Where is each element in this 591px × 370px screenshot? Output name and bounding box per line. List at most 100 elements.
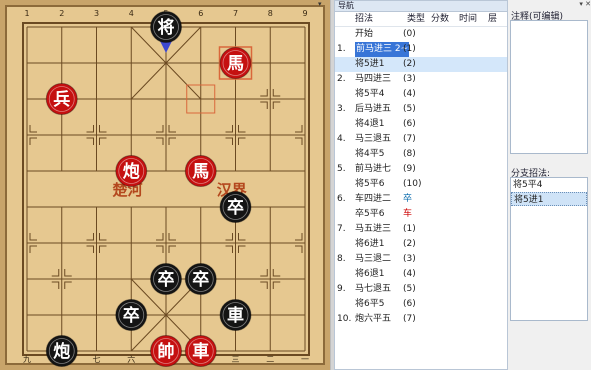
move-number: 2.: [337, 74, 346, 84]
move-text: 前马进三 2~: [355, 42, 410, 57]
move-row[interactable]: 卒5平6 车: [335, 207, 507, 222]
move-text: 前马进七: [355, 164, 392, 174]
move-row[interactable]: 2. 马四进三 (3): [335, 72, 507, 87]
move-row[interactable]: 8. 马三退二 (3): [335, 252, 507, 267]
col-score[interactable]: 分数: [431, 12, 449, 26]
file-label-top: 9: [302, 9, 307, 18]
move-index: (6): [403, 299, 416, 309]
col-move[interactable]: 招法: [355, 12, 373, 26]
piece-label: 炮: [53, 341, 70, 362]
piece-black[interactable]: 卒: [219, 191, 252, 223]
pin-icon[interactable]: ▾: [318, 0, 322, 8]
move-row[interactable]: 将6平5 (6): [335, 297, 507, 312]
move-row[interactable]: 将4平5 (8): [335, 147, 507, 162]
move-row[interactable]: 4. 马三退五 (7): [335, 132, 507, 147]
move-row[interactable]: 将6进1 (2): [335, 237, 507, 252]
col-time[interactable]: 时间: [459, 12, 477, 26]
branch-item[interactable]: 将5进1: [511, 192, 587, 206]
piece-label: 馬: [227, 54, 244, 74]
move-number: 9.: [337, 284, 346, 294]
move-number: 1.: [337, 44, 346, 54]
move-row[interactable]: 3. 后马进五 (5): [335, 102, 507, 117]
move-row[interactable]: 开始 (0): [335, 27, 507, 42]
file-label-top: 4: [129, 9, 134, 18]
file-label-bottom: 二: [266, 355, 274, 364]
move-index: (2): [403, 239, 416, 249]
move-index: (5): [403, 104, 416, 114]
file-label-bottom: 一: [301, 355, 309, 364]
move-index: (5): [403, 284, 416, 294]
move-text: 马三退五: [355, 134, 392, 144]
move-text: 将6退1: [355, 269, 385, 279]
panel-pin-icon[interactable]: ▾ ✕: [509, 0, 591, 8]
col-depth[interactable]: 层: [488, 12, 497, 26]
move-number: 5.: [337, 164, 346, 174]
move-index: (9): [403, 164, 416, 174]
move-list[interactable]: 开始 (0) 1. 前马进三 2~ (1) 将5进1 (2) 2. 马四进三 (3) 将5平4 (4)…: [335, 27, 507, 327]
move-row[interactable]: 5. 前马进七 (9): [335, 162, 507, 177]
move-row[interactable]: 将4退1 (6): [335, 117, 507, 132]
move-text: 将4退1: [355, 119, 385, 129]
move-row[interactable]: 6. 车四进二 卒: [335, 192, 507, 207]
move-text: 将5进1: [355, 59, 385, 69]
branch-list[interactable]: 将5平4 将5进1: [510, 177, 588, 321]
move-index: (1): [403, 224, 416, 234]
file-label-top: 2: [59, 9, 64, 18]
file-label-bottom: 九: [23, 355, 31, 364]
piece-label: 卒: [227, 197, 244, 218]
move-row[interactable]: 将6退1 (4): [335, 267, 507, 282]
move-text: 马三退二: [355, 254, 392, 264]
move-text: 将6平5: [355, 299, 385, 309]
move-index: (2): [403, 59, 416, 69]
file-label-bottom: 三: [232, 355, 240, 364]
move-row[interactable]: 将5平4 (4): [335, 87, 507, 102]
piece-red[interactable]: 帥: [150, 335, 182, 367]
move-index: (0): [403, 29, 416, 39]
move-index: (1): [403, 44, 416, 54]
piece-black[interactable]: 車: [219, 299, 252, 331]
move-text: 炮六平五: [355, 314, 392, 324]
branch-item[interactable]: 将5平4: [511, 178, 587, 192]
file-label-top: 3: [94, 9, 99, 18]
piece-black[interactable]: 将: [150, 11, 182, 43]
move-row[interactable]: 1. 前马进三 2~ (1): [335, 42, 507, 57]
piece-red[interactable]: 車: [184, 335, 217, 367]
piece-black[interactable]: 卒: [115, 299, 148, 331]
piece-label: 卒: [158, 269, 175, 290]
move-row[interactable]: 9. 马七退五 (5): [335, 282, 507, 297]
move-text: 将5平6: [355, 179, 385, 189]
piece-red[interactable]: 兵: [45, 83, 78, 115]
move-row[interactable]: 7. 马五进三 (1): [335, 222, 507, 237]
notes-textarea[interactable]: [510, 20, 588, 154]
piece-black[interactable]: 炮: [45, 335, 78, 367]
move-type: 卒: [403, 194, 413, 204]
piece-red[interactable]: 馬: [184, 155, 217, 187]
piece-label: 車: [192, 341, 209, 362]
piece-label: 車: [227, 305, 244, 326]
move-index: (3): [403, 74, 416, 84]
move-index: (7): [403, 314, 416, 324]
move-index: (7): [403, 134, 416, 144]
move-row[interactable]: 10. 炮六平五 (7): [335, 312, 507, 327]
move-row[interactable]: 将5平6 (10): [335, 177, 507, 192]
move-text: 车四进二: [355, 194, 392, 204]
move-text: 将6进1: [355, 239, 385, 249]
file-label-top: 8: [268, 9, 273, 18]
move-text: 将5平4: [355, 89, 385, 99]
piece-black[interactable]: 卒: [150, 263, 182, 295]
move-text: 马五进三: [355, 224, 392, 234]
col-type[interactable]: 类型: [407, 12, 425, 26]
piece-label: 卒: [192, 269, 209, 290]
move-row[interactable]: 将5进1 (2): [335, 57, 507, 72]
move-number: 10.: [337, 314, 352, 324]
file-label-top: 6: [198, 9, 203, 18]
move-index: (10): [403, 179, 422, 189]
move-text: 马七退五: [355, 284, 392, 294]
board-background: [5, 5, 325, 365]
piece-red[interactable]: 馬: [219, 47, 252, 79]
piece-label: 炮: [123, 161, 140, 182]
piece-red[interactable]: 炮: [115, 155, 148, 187]
chess-board-area[interactable]: 楚河汉界123456789九八七六五四三二一将馬兵炮馬卒卒卒卒車炮帥車: [0, 0, 330, 370]
piece-black[interactable]: 卒: [184, 263, 217, 295]
chess-board[interactable]: 楚河汉界123456789九八七六五四三二一将馬兵炮馬卒卒卒卒車炮帥車: [0, 0, 330, 370]
